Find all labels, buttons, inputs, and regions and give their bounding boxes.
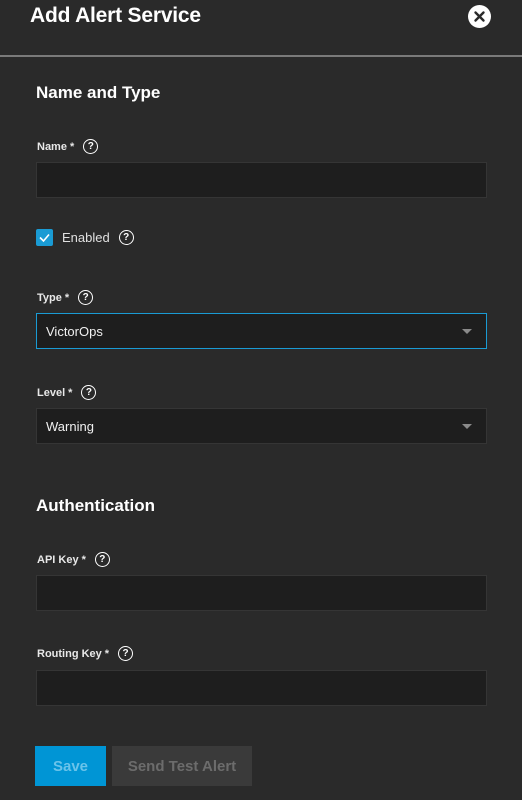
level-label-text: Level bbox=[37, 386, 66, 399]
help-icon[interactable]: ? bbox=[118, 230, 134, 245]
required-marker: * bbox=[104, 647, 110, 660]
api-key-label: API Key * ? bbox=[37, 552, 110, 567]
dialog-title: Add Alert Service bbox=[30, 4, 201, 27]
name-label-text: Name bbox=[37, 140, 67, 153]
routing-key-label-text: Routing Key bbox=[37, 647, 102, 660]
api-key-label-text: API Key bbox=[37, 553, 79, 566]
help-icon[interactable]: ? bbox=[83, 139, 99, 154]
section-title-authentication: Authentication bbox=[36, 496, 155, 515]
type-label: Type * ? bbox=[37, 290, 94, 305]
checkmark-icon bbox=[39, 233, 50, 243]
close-icon bbox=[474, 11, 485, 22]
chevron-down-icon bbox=[462, 329, 472, 334]
dialog-header: Add Alert Service bbox=[0, 0, 522, 57]
required-marker: * bbox=[81, 553, 86, 566]
routing-key-input[interactable] bbox=[36, 670, 487, 706]
name-label: Name * ? bbox=[37, 139, 99, 154]
enabled-checkbox-row[interactable]: Enabled ? bbox=[36, 229, 134, 246]
enabled-checkbox[interactable] bbox=[36, 229, 53, 246]
name-input[interactable] bbox=[36, 162, 487, 198]
help-icon[interactable]: ? bbox=[94, 552, 110, 567]
save-button[interactable]: Save bbox=[35, 746, 106, 786]
api-key-input[interactable] bbox=[36, 575, 487, 611]
help-icon[interactable]: ? bbox=[81, 385, 97, 400]
type-select-value: VictorOps bbox=[46, 324, 103, 339]
send-test-alert-button[interactable]: Send Test Alert bbox=[112, 746, 252, 786]
chevron-down-icon bbox=[462, 424, 472, 429]
close-button[interactable] bbox=[468, 5, 491, 28]
routing-key-label: Routing Key * ? bbox=[37, 646, 134, 661]
section-title-name-type: Name and Type bbox=[36, 83, 161, 102]
type-select[interactable]: VictorOps bbox=[36, 313, 487, 349]
level-select[interactable]: Warning bbox=[36, 408, 487, 444]
level-label: Level * ? bbox=[37, 385, 97, 400]
help-icon[interactable]: ? bbox=[78, 290, 94, 305]
type-label-text: Type bbox=[37, 291, 62, 304]
required-marker: * bbox=[69, 140, 75, 153]
help-icon[interactable]: ? bbox=[118, 646, 134, 661]
required-marker: * bbox=[64, 291, 70, 304]
enabled-label: Enabled bbox=[62, 230, 110, 245]
level-select-value: Warning bbox=[46, 419, 94, 434]
required-marker: * bbox=[68, 386, 73, 399]
